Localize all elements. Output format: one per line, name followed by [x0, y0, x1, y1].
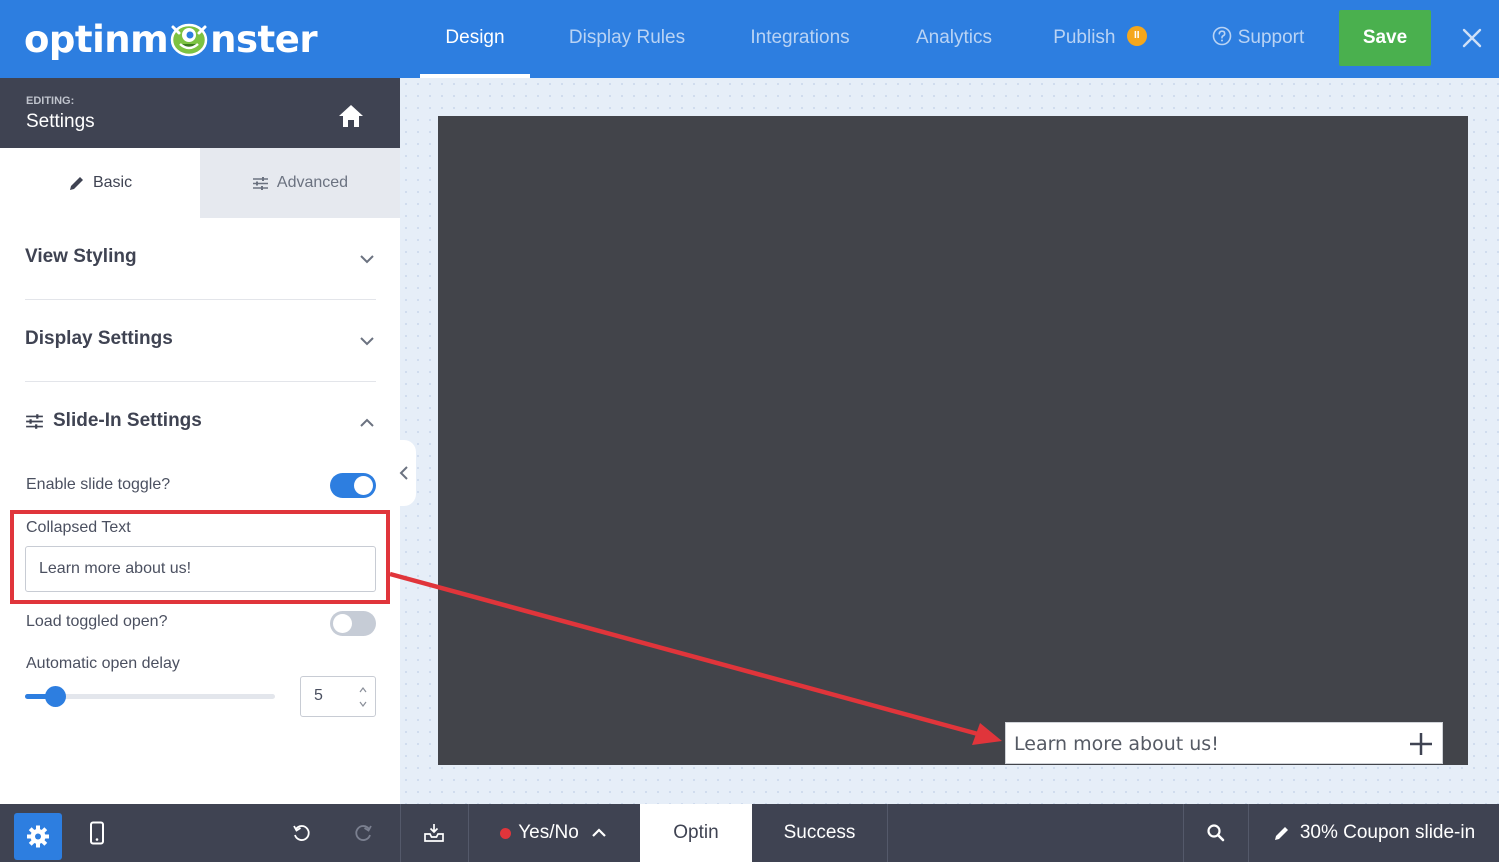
nav-integrations-label: Integrations	[750, 27, 850, 48]
save-button[interactable]: Save	[1339, 10, 1431, 66]
editing-header: EDITING: Settings	[0, 78, 400, 148]
slider-thumb[interactable]	[44, 686, 66, 707]
divider	[887, 804, 888, 862]
plus-icon[interactable]	[1408, 731, 1434, 757]
settings-sidebar: EDITING: Settings Basic Advanced View St…	[0, 78, 400, 804]
view-selector-label: Yes/No	[518, 822, 579, 843]
chevron-down-icon	[360, 255, 374, 264]
open-delay-number-input[interactable]: 5	[300, 676, 376, 717]
close-icon[interactable]	[1456, 22, 1488, 54]
load-toggled-open-label: Load toggled open?	[26, 613, 168, 630]
open-delay-slider[interactable]	[25, 686, 275, 707]
editing-title: Settings	[26, 111, 95, 132]
section-view-styling-title: View Styling	[25, 246, 137, 267]
chevron-up-icon	[360, 418, 374, 427]
nav-analytics[interactable]: Analytics	[900, 0, 1008, 78]
home-icon[interactable]	[337, 103, 365, 129]
logo-text-left: optinm	[24, 17, 169, 61]
slide-in-collapsed-text: Learn more about us!	[1014, 733, 1219, 755]
chevron-left-icon	[399, 466, 408, 480]
nav-support-label: Support	[1237, 27, 1305, 48]
chevron-down-icon	[360, 337, 374, 346]
monster-mascot-icon	[170, 23, 208, 57]
tab-success[interactable]: Success	[752, 804, 887, 862]
mobile-icon[interactable]	[86, 821, 108, 845]
section-view-styling[interactable]: View Styling	[25, 218, 376, 300]
section-slide-in-settings-title: Slide-In Settings	[25, 410, 202, 432]
tab-optin[interactable]: Optin	[640, 804, 752, 862]
top-bar: optinm nster Design Display Rules Integr…	[0, 0, 1499, 78]
bottom-toolbar: Yes/No Optin Success 30% Coupon slide-in	[0, 804, 1499, 862]
tab-basic[interactable]: Basic	[0, 148, 200, 218]
section-slide-in-settings[interactable]: Slide-In Settings	[25, 382, 376, 464]
pause-icon: II	[1126, 25, 1147, 46]
status-dot	[500, 827, 512, 839]
section-display-settings[interactable]: Display Settings	[25, 300, 376, 382]
tab-advanced-label: Advanced	[276, 174, 349, 191]
annotation-highlight-box	[10, 510, 390, 604]
toggle-knob	[354, 476, 373, 495]
search-icon[interactable]	[1206, 823, 1226, 843]
section-display-settings-title: Display Settings	[25, 328, 173, 349]
tab-basic-label: Basic	[92, 174, 133, 191]
divider	[400, 804, 401, 862]
tab-optin-label: Optin	[673, 822, 719, 843]
open-delay-value: 5	[314, 687, 323, 704]
nav-integrations[interactable]: Integrations	[732, 0, 868, 78]
nav-support[interactable]: Support	[1196, 0, 1320, 78]
nav-publish-label: Publish	[1053, 27, 1116, 48]
sliders-icon	[26, 413, 43, 429]
toggle-knob	[333, 614, 352, 633]
campaign-name: 30% Coupon slide-in	[1299, 822, 1476, 843]
nav-analytics-label: Analytics	[915, 27, 993, 48]
automatic-open-delay-label: Automatic open delay	[26, 655, 180, 672]
redo-icon[interactable]	[353, 824, 373, 844]
nav-display-rules[interactable]: Display Rules	[552, 0, 702, 78]
optinmonster-logo[interactable]: optinm nster	[24, 12, 318, 66]
campaign-preview[interactable]	[438, 116, 1468, 765]
nav-design[interactable]: Design	[420, 0, 530, 78]
nav-display-rules-label: Display Rules	[568, 27, 686, 48]
divider	[1183, 804, 1184, 862]
spinner-arrows-icon[interactable]	[358, 684, 368, 710]
tab-success-label: Success	[783, 822, 856, 843]
enable-slide-toggle[interactable]	[330, 473, 376, 498]
inbox-download-icon[interactable]	[423, 822, 445, 844]
logo-text-right: nster	[210, 17, 318, 61]
load-toggled-open-toggle[interactable]	[330, 611, 376, 636]
sliders-icon	[252, 176, 268, 190]
tab-advanced[interactable]: Advanced	[200, 148, 400, 218]
campaign-name-button[interactable]: 30% Coupon slide-in	[1249, 804, 1499, 862]
view-selector[interactable]: Yes/No	[469, 804, 639, 862]
sidebar-collapse-handle[interactable]	[392, 440, 416, 506]
nav-design-label: Design	[445, 27, 505, 48]
gear-icon	[27, 825, 49, 848]
settings-button[interactable]	[14, 813, 62, 860]
enable-slide-toggle-label: Enable slide toggle?	[26, 476, 171, 493]
chevron-up-icon	[592, 828, 606, 837]
editing-label: EDITING:	[26, 95, 75, 107]
pencil-icon	[69, 176, 83, 190]
nav-publish[interactable]: Publish II	[1040, 0, 1160, 78]
pencil-icon	[1274, 826, 1288, 840]
slide-in-collapsed-bar[interactable]: Learn more about us!	[1005, 722, 1443, 764]
undo-icon[interactable]	[292, 824, 312, 844]
question-circle-icon	[1212, 26, 1232, 46]
